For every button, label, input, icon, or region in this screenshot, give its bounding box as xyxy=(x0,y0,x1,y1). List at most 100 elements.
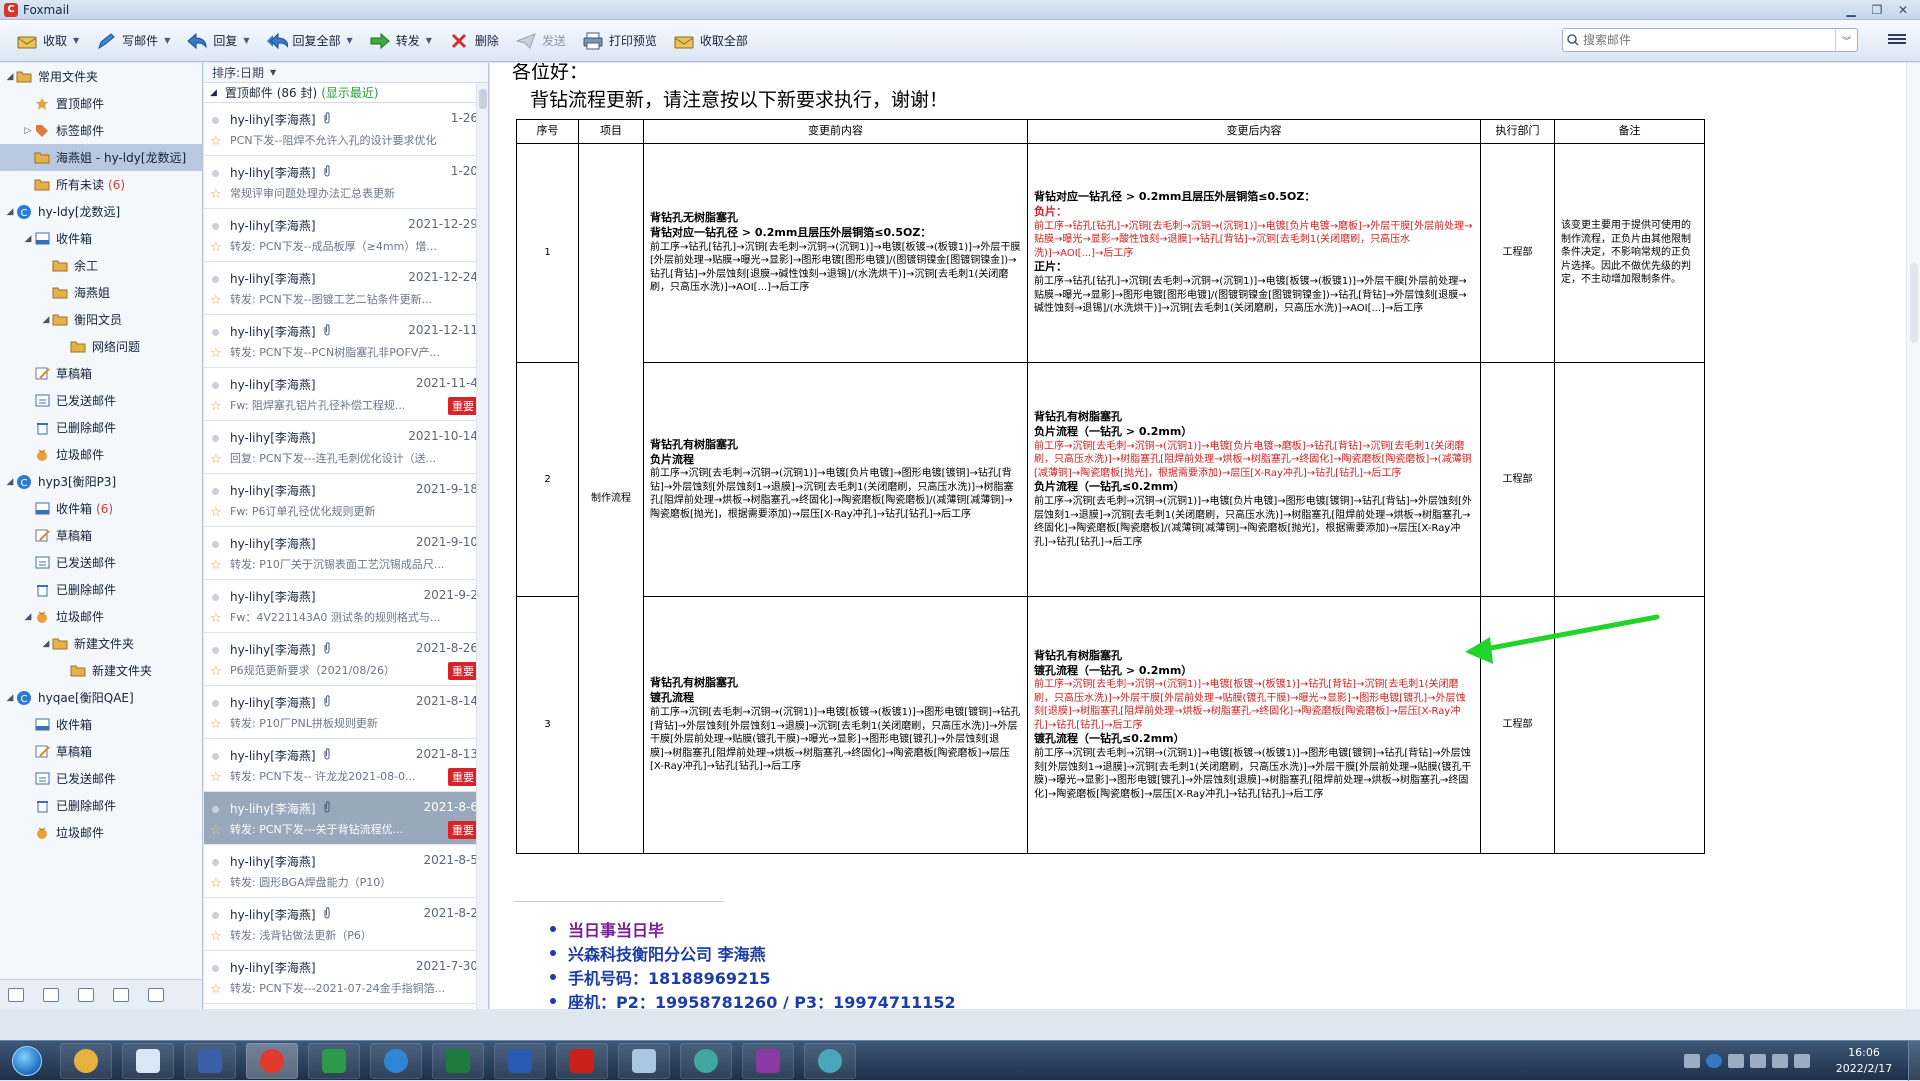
star-icon[interactable]: ☆ xyxy=(210,187,222,202)
sort-selector[interactable]: 排序:日期 ▼ xyxy=(204,63,488,83)
sidebar-item-置顶邮件[interactable]: 置顶邮件 xyxy=(0,90,202,117)
sidebar-item-垃圾邮件[interactable]: 垃圾邮件 xyxy=(0,441,202,468)
show-desktop-button[interactable] xyxy=(1908,1041,1920,1081)
sidebar-item-草稿箱[interactable]: 草稿箱 xyxy=(0,522,202,549)
taskbar-app-feather-icon[interactable] xyxy=(370,1042,422,1079)
receive-button[interactable]: 收取 ▼ xyxy=(8,26,87,56)
tray-flag-icon[interactable] xyxy=(1750,1054,1766,1068)
sidebar-item-hy-ldy-龙数远-[interactable]: ◢ Chy-ldy[龙数远] xyxy=(0,198,202,225)
star-icon[interactable]: ☆ xyxy=(210,399,222,414)
sidebar-item-衡阳文员[interactable]: ◢ 衡阳文员 xyxy=(0,306,202,333)
taskbar-app-word-icon[interactable] xyxy=(494,1042,546,1079)
star-icon[interactable]: ☆ xyxy=(210,717,222,732)
tray-volume-icon[interactable] xyxy=(1794,1054,1810,1068)
star-icon[interactable]: ☆ xyxy=(210,134,222,149)
content-scrollbar[interactable] xyxy=(1906,63,1920,1009)
sidebar-item-垃圾邮件[interactable]: ◢ 垃圾邮件 xyxy=(0,603,202,630)
star-icon[interactable]: ☆ xyxy=(210,558,222,573)
minimize-button[interactable]: ▁ xyxy=(1838,0,1864,20)
star-icon[interactable]: ☆ xyxy=(210,293,222,308)
sidebar-item-标签邮件[interactable]: ▷ 标签邮件 xyxy=(0,117,202,144)
mail-group-header[interactable]: ◢ 置顶邮件 (86 封) (显示最近) xyxy=(204,83,488,103)
taskbar-app-foxmail-icon[interactable] xyxy=(246,1042,298,1079)
search-options-button[interactable]: ︾ xyxy=(1835,29,1857,51)
send-button[interactable]: 发送 xyxy=(507,26,574,56)
tree-toggle-icon[interactable]: ◢ xyxy=(4,207,16,217)
mail-list-item[interactable]: ☆ hy-lihy[李海燕] 2021-12-29 转发: PCN下发--成品板厚（≥… xyxy=(204,209,488,262)
sidebar-item-收件箱[interactable]: ◢ 收件箱 xyxy=(0,225,202,252)
star-icon[interactable]: ☆ xyxy=(210,240,222,255)
star-icon[interactable]: ☆ xyxy=(210,452,222,467)
close-button[interactable]: ✕ xyxy=(1890,0,1916,20)
taskbar-app-save-icon[interactable] xyxy=(184,1042,236,1079)
taskbar-app-excel-icon[interactable] xyxy=(432,1042,484,1079)
mail-list-item[interactable]: ☆ hy-lihy[李海燕] 2021-8-6 转发: PCN下发---关于背钻流程优… xyxy=(204,792,488,845)
tray-help-icon[interactable] xyxy=(1706,1054,1722,1068)
sidebar-item-已发送邮件[interactable]: 已发送邮件 xyxy=(0,549,202,576)
forward-button[interactable]: 转发 ▼ xyxy=(361,26,440,56)
sidebar-item-已发送邮件[interactable]: 已发送邮件 xyxy=(0,387,202,414)
mail-list-item[interactable]: ☆ hy-lihy[李海燕] 1-26 PCN下发--阻焊不允许入孔的设计要求优化 xyxy=(204,103,488,156)
start-button[interactable] xyxy=(4,1042,50,1080)
calendar-icon[interactable] xyxy=(78,987,94,1002)
sidebar-item-已删除邮件[interactable]: 已删除邮件 xyxy=(0,576,202,603)
sidebar-item-已删除邮件[interactable]: 已删除邮件 xyxy=(0,414,202,441)
tray-network-icon[interactable] xyxy=(1772,1054,1788,1068)
mail-list-item[interactable]: ☆ hy-lihy[李海燕] 2021-9-10 转发: P10厂关于沉锡表面工艺沉锡… xyxy=(204,527,488,580)
taskbar-app-eye-icon[interactable] xyxy=(680,1042,732,1079)
sidebar-item-网络问题[interactable]: 网络问题 xyxy=(0,333,202,360)
taskbar-app-shell-icon[interactable] xyxy=(60,1042,112,1079)
taskbar-app-green-icon[interactable] xyxy=(308,1042,360,1079)
mail-list-item[interactable]: ☆ hy-lihy[李海燕] 2021-8-13 转发: PCN下发-- 许龙龙202… xyxy=(204,739,488,792)
tree-toggle-icon[interactable]: ▷ xyxy=(22,126,34,136)
mail-list-scrollbar[interactable] xyxy=(476,83,488,1009)
star-icon[interactable]: ☆ xyxy=(210,876,222,891)
sidebar-item-垃圾邮件[interactable]: 垃圾邮件 xyxy=(0,819,202,846)
mail-list-item[interactable]: ☆ hy-lihy[李海燕] 2021-9-18 Fw: P6订单孔径优化规则更新 xyxy=(204,474,488,527)
star-icon[interactable]: ☆ xyxy=(210,664,222,679)
mail-list-item[interactable]: ☆hy-lihy[李海燕]2021-7-28 xyxy=(204,1004,488,1009)
tree-toggle-icon[interactable]: ◢ xyxy=(4,477,16,487)
reply-all-button[interactable]: 回复全部 ▼ xyxy=(258,26,361,56)
reply-button[interactable]: 回复 ▼ xyxy=(178,26,257,56)
sidebar-item-常用文件夹[interactable]: ◢ 常用文件夹 xyxy=(0,63,202,90)
notes-icon[interactable] xyxy=(113,987,129,1002)
tree-toggle-icon[interactable]: ◢ xyxy=(22,612,34,622)
sidebar-item-所有未读[interactable]: 所有未读 (6) xyxy=(0,171,202,198)
taskbar-app-cross-icon[interactable] xyxy=(742,1042,794,1079)
mail-list-item[interactable]: ☆ hy-lihy[李海燕] 1-20 常规评审问题处理办法汇总表更新 xyxy=(204,156,488,209)
star-icon[interactable]: ☆ xyxy=(210,611,222,626)
sidebar-item-草稿箱[interactable]: 草稿箱 xyxy=(0,360,202,387)
sidebar-item-收件箱[interactable]: 收件箱 xyxy=(0,711,202,738)
taskbar-app-pdf-icon[interactable] xyxy=(556,1042,608,1079)
sidebar-item-已删除邮件[interactable]: 已删除邮件 xyxy=(0,792,202,819)
contacts-icon[interactable] xyxy=(43,987,59,1002)
tray-keyboard-icon[interactable] xyxy=(1684,1054,1700,1068)
mail-list-item[interactable]: ☆ hy-lihy[李海燕] 2021-8-2 转发: 浅背钻做法更新（P6） xyxy=(204,898,488,951)
delete-button[interactable]: 删除 xyxy=(440,26,507,56)
sidebar-item-草稿箱[interactable]: 草稿箱 xyxy=(0,738,202,765)
mail-list-item[interactable]: ☆ hy-lihy[李海燕] 2021-12-24 转发: PCN下发--图镀工艺二钻… xyxy=(204,262,488,315)
print-preview-button[interactable]: 打印预览 xyxy=(574,26,665,56)
receive-all-button[interactable]: 收取全部 xyxy=(665,26,756,56)
taskbar-app-fish-icon[interactable] xyxy=(804,1042,856,1079)
sidebar-item-海燕姐[interactable]: 海燕姐 xyxy=(0,279,202,306)
mail-list-item[interactable]: ☆ hy-lihy[李海燕] 2021-12-11 转发: PCN下发--PCN树脂塞… xyxy=(204,315,488,368)
tree-toggle-icon[interactable]: ◢ xyxy=(4,693,16,703)
star-icon[interactable]: ☆ xyxy=(210,823,222,838)
sidebar-item-新建文件夹[interactable]: ◢ 新建文件夹 xyxy=(0,630,202,657)
mail-list-item[interactable]: ☆ hy-lihy[李海燕] 2021-8-5 转发: 圆形BGA焊盘能力（P10） xyxy=(204,845,488,898)
compose-button[interactable]: 写邮件 ▼ xyxy=(87,26,178,56)
sidebar-item-新建文件夹[interactable]: 新建文件夹 xyxy=(0,657,202,684)
star-icon[interactable]: ☆ xyxy=(210,982,222,997)
rss-icon[interactable] xyxy=(148,987,164,1002)
search-input[interactable] xyxy=(1583,33,1835,47)
star-icon[interactable]: ☆ xyxy=(210,346,222,361)
mail-view-icon[interactable] xyxy=(8,987,24,1002)
restore-button[interactable]: ❐ xyxy=(1864,0,1890,20)
tree-toggle-icon[interactable]: ◢ xyxy=(22,234,34,244)
sidebar-item-hyqae-衡阳qae-[interactable]: ◢ Chyqae[衡阳QAE] xyxy=(0,684,202,711)
sidebar-item-hyp3-衡阳p3-[interactable]: ◢ Chyp3[衡阳P3] xyxy=(0,468,202,495)
sidebar-item-余工[interactable]: 余工 xyxy=(0,252,202,279)
sidebar-item-已发送邮件[interactable]: 已发送邮件 xyxy=(0,765,202,792)
